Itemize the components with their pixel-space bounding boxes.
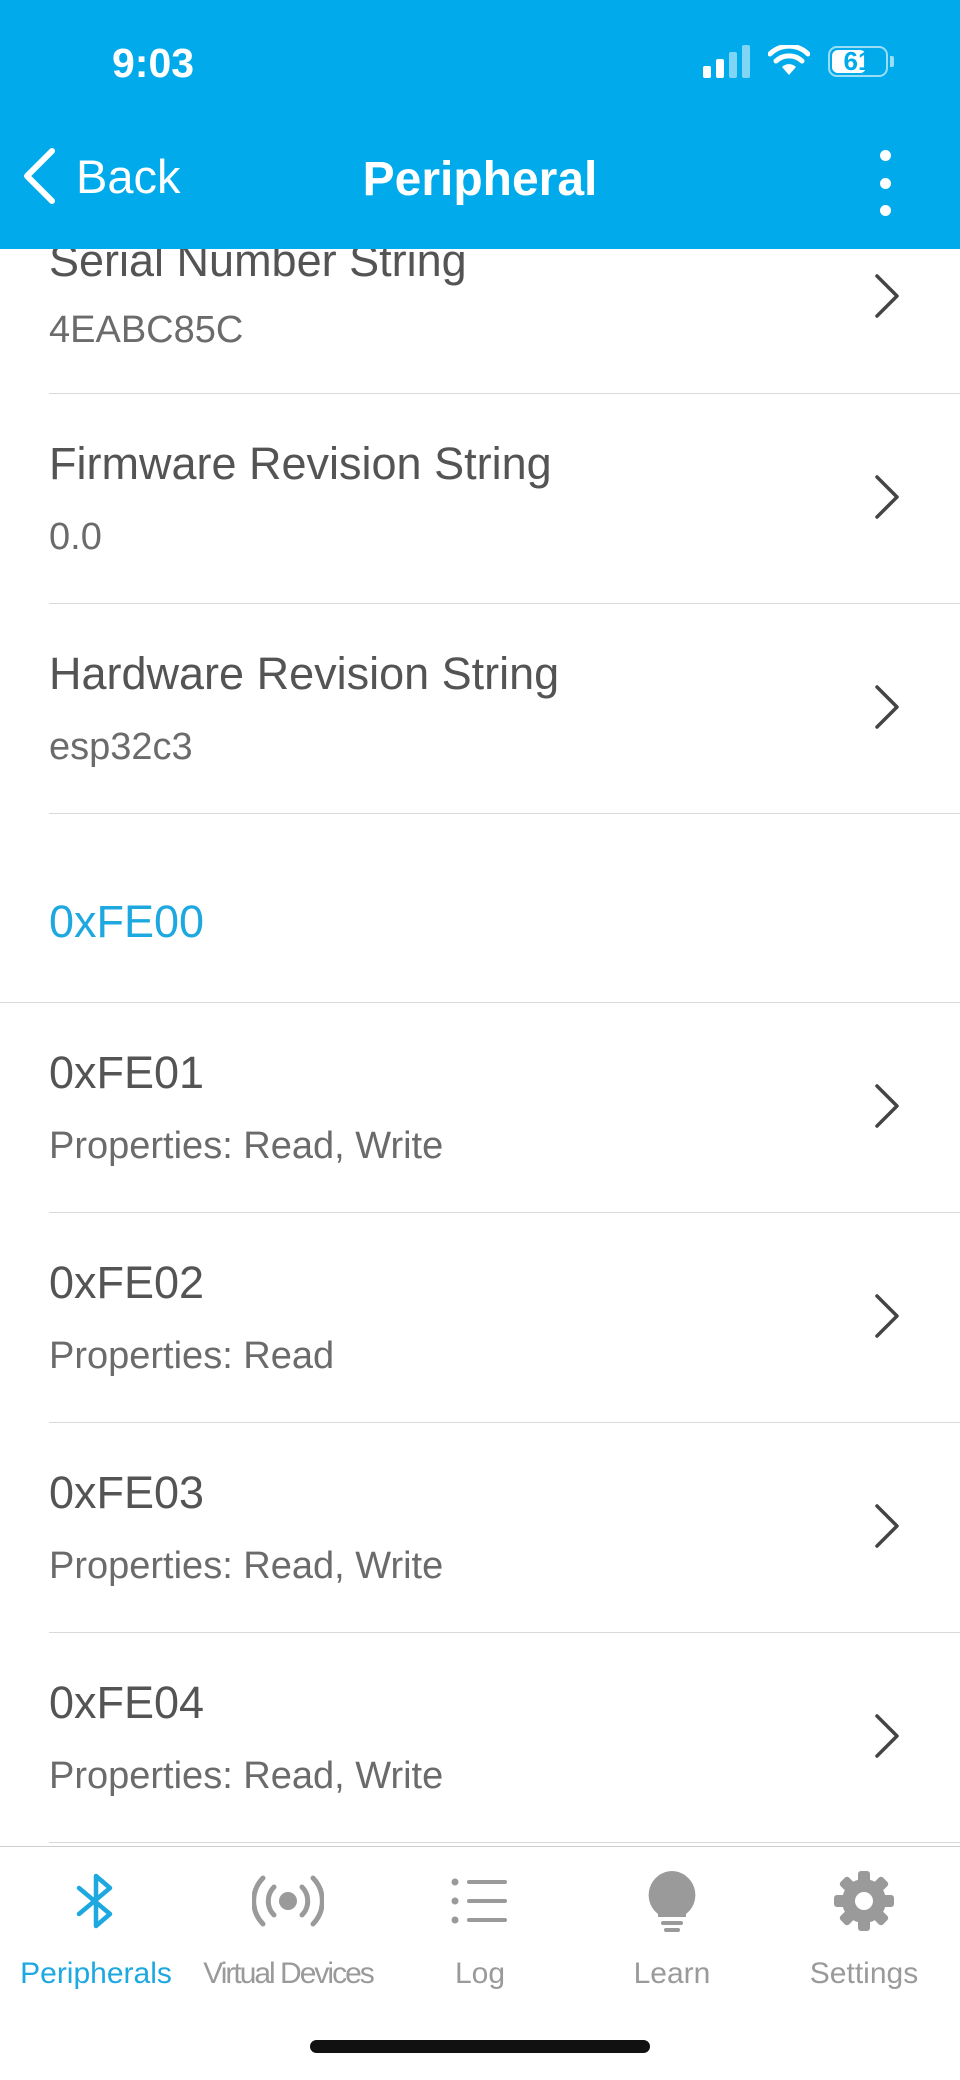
battery-tip bbox=[890, 55, 894, 67]
list-item-firmware-revision[interactable]: Firmware Revision String 0.0 bbox=[49, 394, 960, 604]
tab-learn[interactable]: Learn bbox=[576, 1869, 768, 1991]
list-item-characteristic[interactable]: 0xFE02 Properties: Read bbox=[49, 1213, 960, 1423]
home-indicator bbox=[310, 2040, 650, 2053]
service-uuid: 0xFE00 bbox=[49, 896, 205, 947]
status-time: 9:03 bbox=[112, 40, 195, 86]
tab-label: Settings bbox=[809, 1957, 919, 1990]
bluetooth-icon bbox=[76, 1873, 113, 1929]
lightbulb-icon bbox=[648, 1871, 696, 1932]
tab-label: Peripherals bbox=[20, 1957, 172, 1990]
tab-settings[interactable]: Settings bbox=[768, 1869, 960, 1991]
tab-peripherals[interactable]: Peripherals bbox=[0, 1869, 192, 1991]
list-item-characteristic[interactable]: 0xFE01 Properties: Read, Write bbox=[49, 1003, 960, 1213]
chevron-right-icon bbox=[875, 1504, 899, 1548]
battery-icon: 61 bbox=[828, 45, 888, 77]
chevron-right-icon bbox=[875, 1714, 899, 1758]
tab-label: Virtual Devices bbox=[203, 1957, 375, 1990]
tab-log[interactable]: Log bbox=[384, 1869, 576, 1991]
chevron-right-icon bbox=[875, 685, 899, 729]
list-icon bbox=[451, 1878, 507, 1924]
chevron-right-icon bbox=[875, 1294, 899, 1338]
item-properties: Properties: Read bbox=[49, 1335, 335, 1377]
item-properties: Properties: Read, Write bbox=[49, 1755, 444, 1797]
item-title: 0xFE02 bbox=[49, 1257, 205, 1308]
item-title: 0xFE04 bbox=[49, 1677, 205, 1728]
dot bbox=[879, 205, 891, 216]
chevron-right-icon bbox=[875, 1084, 899, 1128]
dot bbox=[879, 150, 891, 161]
item-title: 0xFE03 bbox=[49, 1467, 205, 1518]
item-title: Firmware Revision String bbox=[49, 438, 552, 489]
broadcast-icon bbox=[252, 1875, 324, 1927]
gear-icon bbox=[834, 1871, 894, 1931]
item-value: 4EABC85C bbox=[49, 309, 244, 351]
cellular-signal-icon bbox=[703, 44, 750, 78]
list-item-characteristic[interactable]: 0xFE03 Properties: Read, Write bbox=[49, 1423, 960, 1633]
tab-bar: Peripherals Virtual Devices Log Learn Se… bbox=[0, 1846, 960, 2080]
more-options-button[interactable] bbox=[870, 150, 900, 216]
wifi-icon bbox=[768, 45, 810, 75]
item-title: Hardware Revision String bbox=[49, 648, 560, 699]
tab-label: Log bbox=[454, 1957, 506, 1990]
item-title: 0xFE01 bbox=[49, 1047, 205, 1098]
service-header: 0xFE00 bbox=[0, 814, 960, 1003]
status-icons: 61 bbox=[703, 44, 894, 78]
list-item-serial-number[interactable]: Serial Number String 4EABC85C bbox=[49, 235, 960, 394]
nav-header: 9:03 61 Back Peripheral bbox=[0, 0, 960, 249]
item-value: esp32c3 bbox=[49, 726, 193, 768]
tab-label: Learn bbox=[633, 1957, 711, 1990]
characteristics-list: Serial Number String 4EABC85C Firmware R… bbox=[0, 235, 960, 1843]
battery-level: 61 bbox=[843, 45, 873, 76]
dot bbox=[879, 177, 891, 189]
chevron-right-icon bbox=[875, 274, 899, 318]
page-title: Peripheral bbox=[362, 153, 598, 206]
chevron-right-icon bbox=[875, 475, 899, 519]
list-item-hardware-revision[interactable]: Hardware Revision String esp32c3 bbox=[49, 604, 960, 814]
list-item-characteristic[interactable]: 0xFE04 Properties: Read, Write bbox=[49, 1633, 960, 1843]
item-properties: Properties: Read, Write bbox=[49, 1125, 444, 1167]
item-value: 0.0 bbox=[49, 516, 102, 558]
tab-virtual-devices[interactable]: Virtual Devices bbox=[192, 1869, 384, 1991]
item-properties: Properties: Read, Write bbox=[49, 1545, 444, 1587]
